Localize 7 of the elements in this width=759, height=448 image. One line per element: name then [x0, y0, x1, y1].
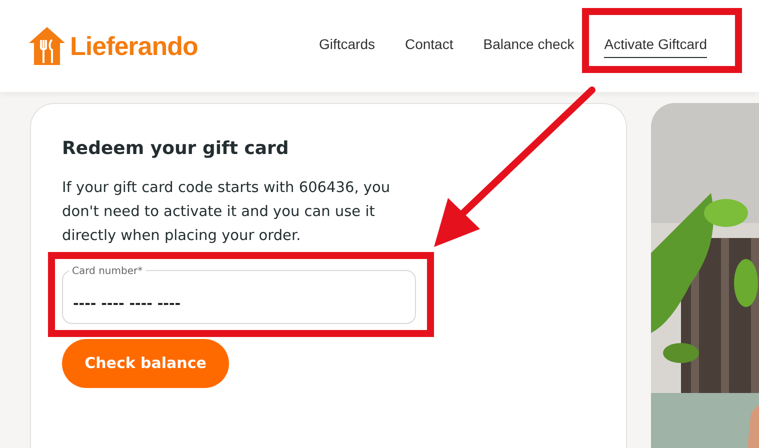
nav-link[interactable]: Balance check — [483, 34, 574, 58]
card-title: Redeem your gift card — [62, 138, 290, 160]
nav-link[interactable]: Activate Giftcard — [604, 34, 707, 58]
nav-link[interactable]: Giftcards — [318, 34, 375, 58]
logo-icon — [28, 26, 66, 66]
info-paragraph: If your gift card code starts with 606436, you don't need to activate it and you can use it directly when placing your order. — [62, 178, 392, 246]
nav-link[interactable]: Contact — [404, 34, 454, 58]
